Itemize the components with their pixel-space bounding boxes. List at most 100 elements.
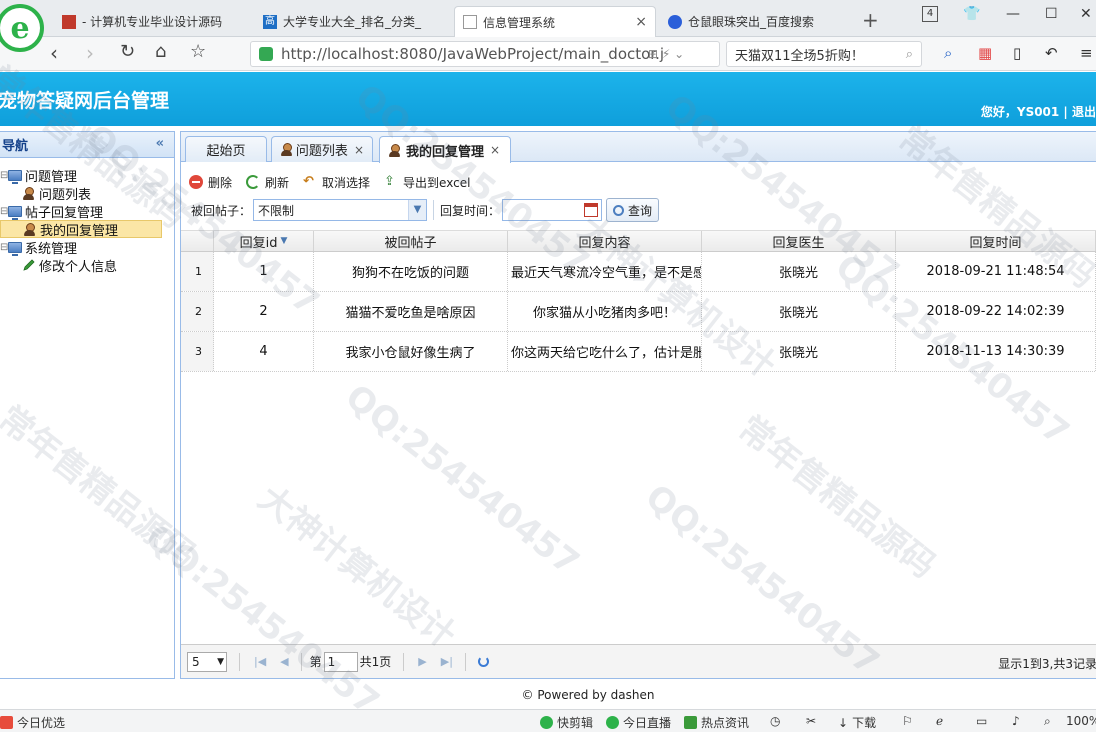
tree-node-label: 帖子回复管理 [25, 205, 104, 221]
prev-page-icon[interactable]: ◀ [280, 655, 288, 668]
ie-icon[interactable]: ℯ [936, 714, 943, 728]
minimize-icon[interactable]: — [1006, 6, 1020, 22]
refresh-label: 刷新 [265, 175, 290, 190]
last-page-icon[interactable]: ▶| [441, 655, 453, 668]
expand-icon[interactable]: ⊟ [0, 242, 8, 253]
double-chevron-left-icon[interactable]: « [156, 136, 164, 151]
column-header[interactable]: 回复id ▼ [214, 231, 314, 251]
window-icon[interactable]: ▭ [976, 714, 987, 728]
divider [433, 200, 435, 220]
reply-time-input[interactable] [502, 199, 603, 221]
page-size-value: 5 [192, 654, 200, 669]
tree-node-question-list[interactable]: 问题列表 [0, 184, 174, 203]
table-row[interactable]: 3 4 我家小仓鼠好像生病了 你这两天给它吃什么了，估计是胀 张晓光 2018-… [181, 332, 1096, 372]
user-greeting[interactable]: 您好，YS001 | 退出 [981, 103, 1096, 120]
tree-node-edit-profile[interactable]: 修改个人信息 [0, 256, 174, 275]
nav-tree: ⊟ 问题管理 问题列表 ⊟ 帖子回复管理 我的回复管理 ⊟ 系统管理 修改个人信… [0, 158, 174, 275]
column-header[interactable]: 回复内容 [508, 231, 702, 251]
download-label: 下载 [852, 716, 877, 730]
refresh-button[interactable]: 刷新 [246, 174, 289, 191]
undo-icon[interactable]: ↶ [1045, 44, 1058, 62]
column-header[interactable]: 回复时间 [896, 231, 1096, 251]
query-button[interactable]: 查询 [606, 198, 660, 222]
close-window-icon[interactable]: ✕ [1080, 6, 1092, 22]
table-row[interactable]: 2 2 猫猫不爱吃鱼是啥原因 你家猫从小吃猪肉多吧！ 张晓光 2018-09-2… [181, 292, 1096, 332]
download[interactable]: ↓ 下载 [838, 714, 876, 731]
apps-icon[interactable]: ▦ [978, 44, 992, 62]
gift-icon [0, 716, 13, 729]
lightning-icon[interactable]: ⊞ ⚡ ⌄ [648, 47, 684, 61]
hot-news[interactable]: 热点资讯 [684, 714, 749, 731]
star-icon[interactable]: ☆ [190, 41, 206, 62]
refresh-icon[interactable] [477, 656, 489, 667]
browser-tab-active[interactable]: 信息管理系统 × [454, 6, 656, 37]
browser-tab[interactable]: 高 大学专业大全_排名_分类_ [255, 6, 451, 37]
tree-node-system-management[interactable]: ⊟ 系统管理 [0, 238, 174, 257]
column-header[interactable]: 回复医生 [702, 231, 896, 251]
live-today-label: 今日直播 [623, 716, 672, 730]
forward-icon[interactable]: › [86, 41, 94, 65]
expand-icon[interactable]: ⊟ [0, 170, 8, 181]
zoom-icon[interactable]: ⌕ [1044, 714, 1051, 729]
expand-icon[interactable]: ⊟ [0, 206, 8, 217]
next-page-icon[interactable]: ▶ [418, 655, 426, 668]
tab-home[interactable]: 起始页 [185, 136, 267, 162]
live-today[interactable]: 今日直播 [606, 714, 671, 731]
search-icon[interactable]: ⌕ [906, 47, 913, 62]
tab-count-badge[interactable]: 4 [922, 6, 938, 22]
table-row[interactable]: 1 1 狗狗不在吃饭的问题 最近天气寒流冷空气重，是不是感 张晓光 2018-0… [181, 252, 1096, 292]
page-number-input[interactable]: 1 [323, 651, 358, 672]
close-tab-icon[interactable]: × [490, 143, 500, 157]
column-header[interactable]: 被回帖子 [314, 231, 508, 251]
browser-tab-label: 仓鼠眼珠突出_百度搜索 [688, 15, 815, 29]
app-header: 宠物答疑网后台管理 您好，YS001 | 退出 [0, 72, 1096, 126]
phone-icon[interactable]: ▯ [1013, 44, 1021, 62]
page-size-select[interactable]: 5 ▼ [187, 651, 227, 672]
new-tab-icon[interactable]: + [862, 8, 879, 32]
screenshot-icon[interactable]: ✂ [806, 714, 816, 728]
magnifier-icon[interactable]: ⌕ [944, 44, 952, 62]
zoom-level[interactable]: 100% [1066, 714, 1096, 728]
address-bar: ‹ › ↻ ⌂ ☆ http://localhost:8080/JavaWebP… [0, 37, 1096, 71]
post-filter-select[interactable]: 不限制 ▼ [253, 199, 428, 221]
close-tab-icon[interactable]: × [635, 14, 647, 30]
chevron-down-icon[interactable]: ▼ [408, 200, 427, 220]
tab-my-replies[interactable]: 我的回复管理 × [379, 136, 511, 163]
today-picks[interactable]: 今日优选 [0, 714, 65, 731]
search-input[interactable]: 天猫双11全场5折购！ ⌕ [726, 41, 922, 67]
delete-button[interactable]: 删除 [189, 174, 232, 191]
calendar-icon[interactable] [584, 203, 599, 217]
tree-node-label: 我的回复管理 [40, 223, 119, 239]
reload-icon[interactable]: ↻ [120, 41, 135, 62]
tree-node-my-replies[interactable]: 我的回复管理 [0, 220, 162, 239]
history-icon[interactable]: ◷ [770, 714, 780, 728]
play-icon [540, 716, 553, 729]
divider [300, 652, 302, 671]
tab-question-list[interactable]: 问题列表 × [271, 136, 373, 162]
unselect-button[interactable]: ↶ 取消选择 [303, 174, 370, 191]
maximize-icon[interactable]: ☐ [1045, 6, 1058, 22]
divider [239, 652, 240, 671]
record-info: 显示1到3,共3记录 [998, 657, 1096, 671]
speaker-icon[interactable]: ♪ [1012, 714, 1020, 728]
home-icon[interactable]: ⌂ [155, 41, 166, 62]
quick-clip[interactable]: 快剪辑 [540, 714, 593, 731]
first-page-icon[interactable]: |◀ [254, 655, 266, 668]
tab-label: 问题列表 [295, 144, 348, 159]
export-button[interactable]: ⇪ 导出到excel [384, 174, 470, 191]
menu-icon[interactable]: ≡ [1080, 44, 1093, 62]
translate-icon[interactable]: ⚐ [902, 714, 913, 728]
user-icon [22, 186, 35, 200]
close-tab-icon[interactable]: × [354, 143, 364, 157]
baidu-paw-icon [668, 14, 682, 29]
browser-tab[interactable]: 仓鼠眼珠突出_百度搜索 [660, 6, 856, 37]
tree-node-question-management[interactable]: ⊟ 问题管理 [0, 166, 174, 185]
cell-id: 1 [214, 252, 314, 291]
browser-tab[interactable]: - 计算机专业毕业设计源码 [54, 6, 250, 37]
shirt-icon[interactable]: 👕 [963, 6, 980, 22]
url-text: http://localhost:8080/JavaWebProject/mai… [281, 45, 665, 63]
nav-header: 导航 « [0, 132, 174, 158]
tree-node-label: 修改个人信息 [39, 259, 118, 275]
back-icon[interactable]: ‹ [50, 41, 58, 65]
tree-node-reply-management[interactable]: ⊟ 帖子回复管理 [0, 202, 174, 221]
